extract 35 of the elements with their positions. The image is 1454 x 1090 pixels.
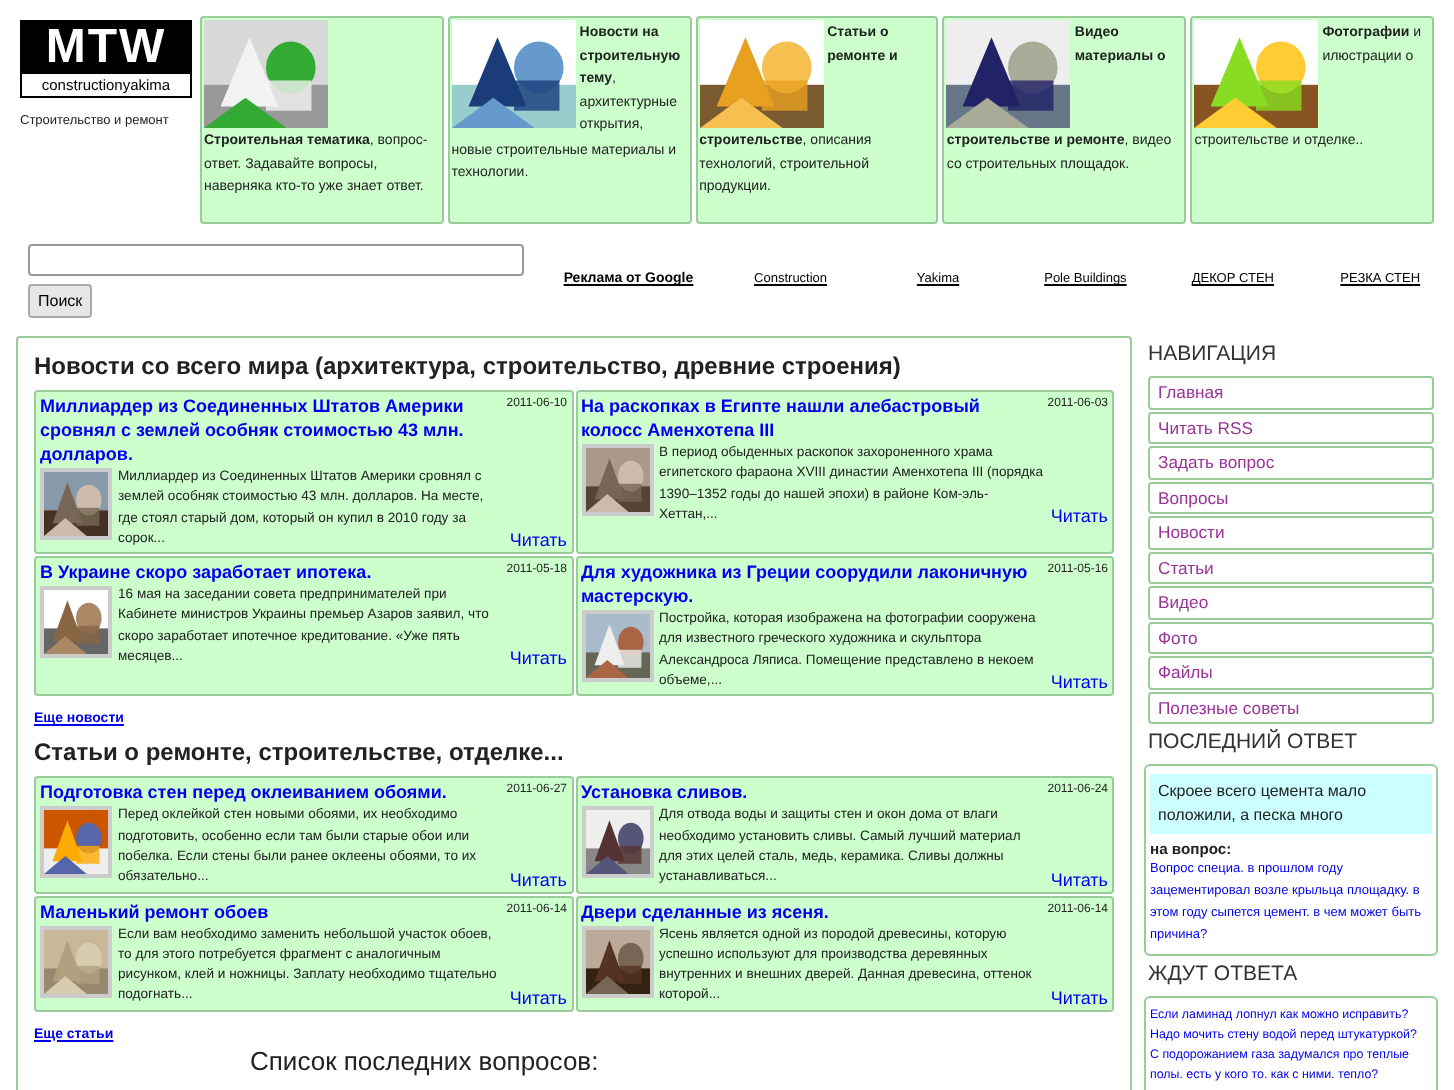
article-title[interactable]: На раскопках в Египте нашли алебастровый колосс Аменхотепа III (581, 394, 1044, 442)
sidebar-title: НАВИГАЦИЯ (1148, 342, 1279, 366)
sidebar-title: ЖДУТ ОТВЕТА (1148, 962, 1300, 986)
read-link[interactable]: Читать (1050, 987, 1108, 1008)
read-link[interactable]: Читать (1050, 869, 1108, 890)
nav-item[interactable]: Читать RSS (1148, 411, 1434, 444)
read-link[interactable]: Читать (1050, 506, 1108, 527)
nav-item[interactable]: Новости (1148, 516, 1434, 549)
nav-item[interactable]: Файлы (1148, 656, 1434, 689)
read-link[interactable]: Читать (509, 530, 567, 551)
nav-item[interactable]: Фото (1148, 621, 1434, 654)
search-button[interactable]: Поиск (28, 284, 93, 318)
article-title[interactable]: В Украине скоро заработает ипотека. (40, 560, 372, 585)
read-link[interactable]: Читать (509, 987, 567, 1008)
questions-heading: Список последних вопросов: (250, 1047, 601, 1076)
article-title[interactable]: Маленький ремонт обоев (40, 899, 269, 924)
section-heading: Статьи о ремонте, строительстве, отделке... (34, 738, 566, 769)
nav-item[interactable]: Статьи (1148, 551, 1434, 584)
read-link[interactable]: Читать (509, 869, 567, 890)
nav-item[interactable]: Полезные советы (1148, 691, 1434, 724)
article-title[interactable]: Для художника из Греции соорудили лаконичную мастерскую. (581, 560, 1044, 609)
read-link[interactable]: Читать (509, 648, 567, 669)
answer-text: Скроее всего цемента мало положили, а песка много (1150, 774, 1432, 834)
search-field[interactable] (28, 244, 524, 276)
article-title[interactable]: Установка сливов. (581, 780, 748, 805)
nav-item[interactable]: Главная (1148, 376, 1434, 409)
section-heading: Новости со всего мира (архитектура, строительство, древние строения) (34, 352, 903, 382)
read-link[interactable]: Читать (1050, 672, 1108, 693)
article-title[interactable]: Двери сделанные из ясеня. (581, 899, 829, 924)
article-title[interactable]: Подготовка стен перед оклеиванием обоями. (40, 780, 447, 805)
nav-item[interactable]: Задать вопрос (1148, 446, 1434, 479)
sidebar-title: ПОСЛЕДНИЙ ОТВЕТ (1148, 730, 1360, 754)
nav-item[interactable]: Вопросы (1148, 481, 1434, 514)
article-title[interactable]: Миллиардер из Соединенных Штатов Америки сровнял с землей особняк стоимостью 43 млн. долларов. (40, 394, 503, 466)
nav-item[interactable]: Видео (1148, 586, 1434, 619)
